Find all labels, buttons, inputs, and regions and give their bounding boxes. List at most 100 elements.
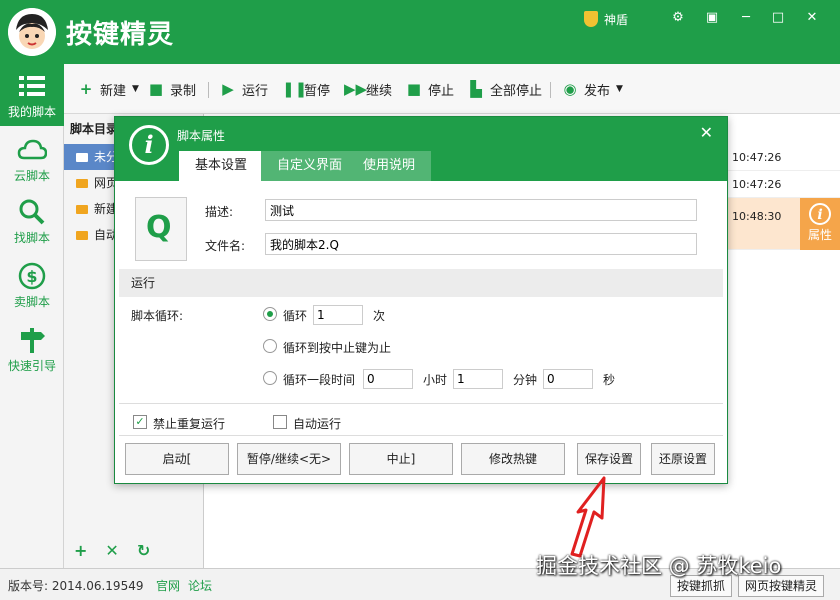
settings-icon[interactable]: ⚙ (668, 8, 688, 28)
plus-icon: + (79, 80, 93, 98)
edit-hotkey-button[interactable]: 修改热键 (461, 443, 565, 475)
signpost-icon (21, 328, 45, 353)
svg-text:i: i (817, 207, 822, 223)
start-hotkey-button[interactable]: 启动[ (125, 443, 229, 475)
script-file-icon: Q (135, 197, 187, 261)
user-badge[interactable]: 神盾 (584, 8, 628, 30)
list-time: 10:47:26 (732, 178, 782, 191)
hours-input[interactable] (453, 369, 503, 389)
svg-text:$: $ (26, 267, 37, 286)
left-nav: 我的脚本 云脚本 找脚本 $ 卖脚本 快速引导 (0, 64, 64, 568)
fast-forward-icon: ▶▶ (344, 80, 368, 98)
title-bar: 按键精灵 神盾 ⚙ ▣ ─ □ ✕ (0, 0, 840, 64)
dialog-header: i 脚本属性 ✕ 基本设置 自定义界面 使用说明 (115, 117, 727, 181)
desc-label: 描述: (205, 205, 234, 219)
annotation-arrow (570, 476, 606, 558)
pause-icon: ❚❚ (282, 80, 308, 98)
camera-icon: ■ (148, 80, 164, 98)
loop-duration-radio[interactable] (263, 371, 277, 385)
stop-all-button[interactable]: ▙ 全部停止 (468, 80, 542, 99)
list-icon (19, 76, 45, 96)
version-text: 版本号: 2014.06.19549 (8, 579, 144, 593)
maximize-button[interactable]: □ (768, 8, 788, 28)
autorun-checkbox[interactable] (273, 415, 287, 429)
app-title: 按键精灵 (66, 20, 175, 50)
no-repeat-checkbox[interactable]: ✓ (133, 415, 147, 429)
tab-usage[interactable]: 使用说明 (347, 151, 432, 181)
loop-until-stop-radio[interactable] (263, 339, 277, 353)
tab-custom-ui[interactable]: 自定义界面 (261, 151, 359, 181)
toolbar-divider (550, 82, 551, 98)
filename-label: 文件名: (205, 239, 246, 253)
loop-count-radio[interactable] (263, 307, 277, 321)
search-icon (19, 199, 45, 225)
site-link[interactable]: 官网 (156, 577, 180, 594)
list-time: 10:48:30 (732, 210, 782, 223)
record-button[interactable]: ■ 录制 (148, 80, 196, 99)
watermark-text: 掘金技术社区 @ 苏牧keio (536, 554, 782, 578)
pause-button[interactable]: ❚❚ 暂停 (282, 80, 330, 99)
resume-button[interactable]: ▶▶ 继续 (344, 80, 392, 99)
dollar-icon: $ (18, 262, 46, 290)
stop-hotkey-button[interactable]: 中止] (349, 443, 453, 475)
chevron-down-icon: ▼ (616, 84, 623, 94)
chevron-down-icon: ▼ (132, 84, 139, 94)
hours-label: 小时 (423, 373, 448, 387)
add-icon[interactable]: + (74, 541, 87, 560)
publish-button[interactable]: ◉ 发布 ▼ (562, 80, 623, 99)
play-icon: ▶ (222, 80, 234, 98)
tree-actions: + ✕ ↻ (74, 541, 150, 560)
nav-my-scripts[interactable]: 我的脚本 (0, 72, 64, 120)
no-repeat-label: 禁止重复运行 (153, 417, 226, 431)
list-time: 10:47:26 (732, 151, 782, 164)
folder-icon (76, 204, 88, 214)
stop-icon: ■ (406, 80, 422, 98)
divider (119, 435, 723, 436)
seconds-label: 秒 (603, 373, 616, 387)
loop-label: 脚本循环: (131, 309, 184, 323)
stop-button[interactable]: ■ 停止 (406, 80, 454, 99)
new-button[interactable]: + 新建 ▼ (78, 80, 139, 99)
nav-find-scripts[interactable]: 找脚本 (0, 198, 64, 246)
desc-input[interactable] (265, 199, 697, 221)
delete-icon[interactable]: ✕ (105, 541, 118, 560)
loop-duration-label: 循环一段时间 (283, 373, 356, 387)
info-icon: i (129, 125, 169, 165)
toolbar: + 新建 ▼ ■ 录制 ▶ 运行 ❚❚ 暂停 ▶▶ 继续 ■ 停止 ▙ 全部停止… (64, 64, 840, 114)
toolbar-divider (208, 82, 209, 98)
refresh-icon[interactable]: ↻ (137, 541, 150, 560)
folder-icon (76, 230, 88, 240)
folder-icon (76, 152, 88, 162)
shield-icon (584, 11, 598, 27)
user-name: 神盾 (604, 12, 629, 27)
script-properties-dialog: i 脚本属性 ✕ 基本设置 自定义界面 使用说明 Q 描述: 文件名: 运行 脚… (114, 116, 728, 484)
run-section-header: 运行 (119, 269, 723, 297)
minutes-input[interactable] (543, 369, 593, 389)
dialog-title: 脚本属性 (177, 129, 226, 143)
stop-all-icon: ▙ (470, 80, 482, 98)
skin-icon[interactable]: ▣ (702, 8, 722, 28)
avatar[interactable] (8, 8, 56, 56)
nav-cloud-scripts[interactable]: 云脚本 (0, 136, 64, 184)
run-button[interactable]: ▶ 运行 (220, 80, 268, 99)
filename-input[interactable] (265, 233, 697, 255)
properties-button[interactable]: i 属性 (800, 198, 840, 250)
publish-icon: ◉ (563, 80, 577, 98)
divider (119, 403, 723, 404)
close-button[interactable]: ✕ (802, 8, 822, 28)
minimize-button[interactable]: ─ (736, 8, 756, 28)
duration-first-input[interactable] (363, 369, 413, 389)
close-icon[interactable]: ✕ (700, 123, 713, 142)
tab-basic-settings[interactable]: 基本设置 (179, 151, 264, 181)
loop-count-label: 循环 (283, 309, 308, 323)
q-icon: Q (146, 210, 172, 245)
pause-hotkey-button[interactable]: 暂停/继续<无> (237, 443, 341, 475)
nav-sell-scripts[interactable]: $ 卖脚本 (0, 262, 64, 310)
minutes-label: 分钟 (513, 373, 538, 387)
info-icon: i (809, 203, 831, 225)
restore-settings-button[interactable]: 还原设置 (651, 443, 715, 475)
nav-quick-guide[interactable]: 快速引导 (0, 326, 64, 374)
loop-count-input[interactable] (313, 305, 363, 325)
folder-icon (76, 178, 88, 188)
forum-link[interactable]: 论坛 (188, 577, 212, 594)
